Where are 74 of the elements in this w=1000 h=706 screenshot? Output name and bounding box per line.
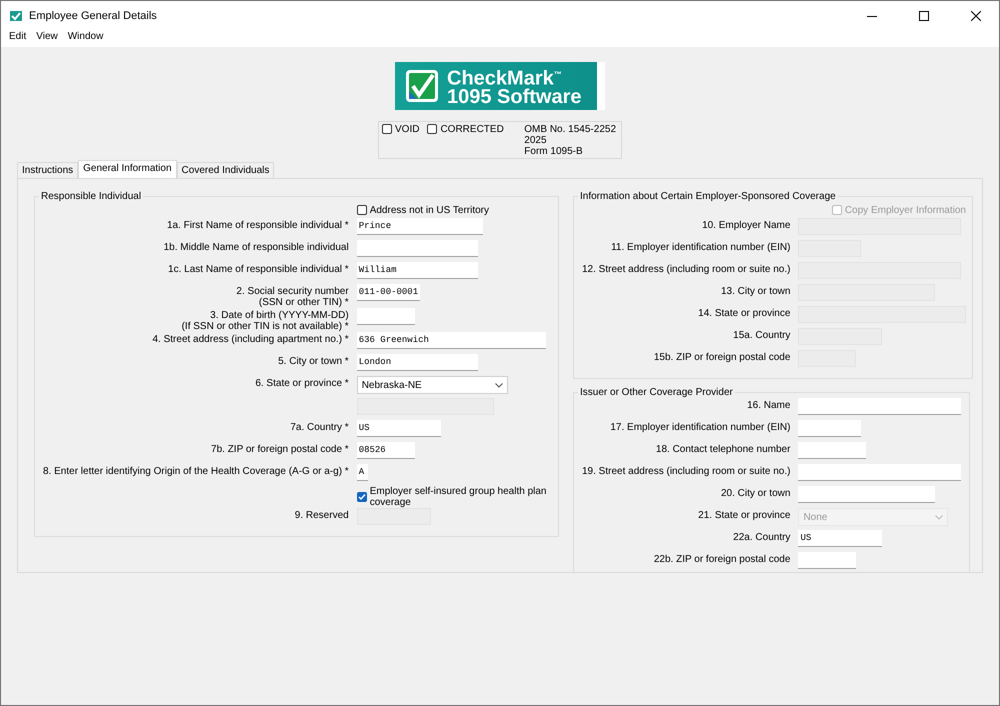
menu-item[interactable]: View bbox=[36, 31, 58, 45]
field-label: 18. Contact telephone number bbox=[654, 443, 790, 455]
field-label: 22a. Country bbox=[732, 531, 790, 543]
field-label: 7b. ZIP or foreign postal code * bbox=[210, 443, 349, 455]
form-info-text: 2025 bbox=[524, 135, 548, 146]
form-info-text: Form 1095-B bbox=[524, 146, 584, 157]
text-field[interactable] bbox=[356, 308, 415, 325]
text-field[interactable]: US bbox=[356, 420, 441, 437]
field-label: 11. Employer identification number (EIN) bbox=[610, 241, 790, 253]
field-label: 15a. Country bbox=[732, 329, 790, 341]
field-label: 1b. Middle Name of responsible individual bbox=[162, 241, 349, 253]
checkbox-label[interactable]: Address not in US Territory bbox=[370, 204, 490, 216]
field-label: 22b. ZIP or foreign postal code bbox=[652, 553, 790, 565]
field-label: 2. Social security number (SSN or other TIN) * bbox=[235, 285, 349, 308]
form-info-text: OMB No. 1545-2252 bbox=[524, 124, 616, 135]
checkbox[interactable] bbox=[356, 492, 367, 502]
checkbox-label[interactable]: CORRECTED bbox=[440, 124, 504, 135]
text-field[interactable]: US bbox=[798, 530, 882, 547]
window-title: Employee General Details bbox=[29, 10, 158, 22]
field-label: 16. Name bbox=[746, 399, 790, 411]
close-icon[interactable] bbox=[971, 11, 981, 21]
chevron-icon bbox=[935, 514, 944, 520]
field-label: 6. State or province * bbox=[254, 377, 349, 389]
text-field[interactable]: Prince bbox=[356, 218, 483, 235]
logo-product: 1095 Software bbox=[447, 88, 582, 108]
field-label: 8. Enter letter identifying Origin of the Health Coverage (A-G or a-g) * bbox=[43, 465, 349, 477]
menu-item[interactable]: Edit bbox=[9, 31, 26, 45]
field-label: 17. Employer identification number (EIN) bbox=[609, 421, 790, 433]
field-label: 3. Date of birth (YYYY-MM-DD) (If SSN or other TIN is not available) * bbox=[180, 309, 349, 332]
text-field[interactable]: London bbox=[356, 354, 478, 371]
tab[interactable]: General Information bbox=[78, 160, 177, 178]
text-field[interactable]: 08526 bbox=[356, 442, 415, 459]
text-field[interactable] bbox=[798, 486, 936, 503]
tab[interactable]: Covered Individuals bbox=[176, 162, 274, 178]
text-field[interactable] bbox=[798, 552, 856, 569]
checkbox[interactable] bbox=[382, 124, 392, 134]
field-label: 21. State or province bbox=[697, 509, 790, 521]
tab[interactable]: Instructions bbox=[17, 162, 78, 178]
field-label: 12. Street address (including room or suite no.) bbox=[582, 263, 790, 275]
menu-item[interactable]: Window bbox=[68, 31, 104, 45]
field-label: 4. Street address (including apartment no.) * bbox=[151, 333, 349, 345]
checkbox-label[interactable]: VOID bbox=[395, 124, 420, 135]
chevron-icon bbox=[494, 382, 503, 388]
field-label: 20. City or town bbox=[720, 487, 790, 499]
group-title: Information about Certain Employer-Sponsored Coverage bbox=[579, 191, 837, 202]
field-label: 19. Street address (including room or suite no.) bbox=[582, 465, 790, 477]
text-field[interactable] bbox=[798, 464, 962, 481]
text-field[interactable]: William bbox=[356, 262, 478, 279]
field-label: 1a. First Name of responsible individual * bbox=[166, 219, 349, 231]
checkmark-logo-icon bbox=[405, 69, 439, 103]
dropdown[interactable]: Nebraska-NE bbox=[356, 376, 508, 394]
field-label: 13. City or town bbox=[720, 285, 790, 297]
text-field[interactable] bbox=[798, 420, 862, 437]
field-label: 10. Employer Name bbox=[701, 219, 790, 231]
text-field[interactable] bbox=[356, 240, 478, 257]
field-label: 9. Reserved bbox=[294, 509, 349, 521]
field-label: 5. City or town * bbox=[277, 355, 349, 367]
field-label: 14. State or province bbox=[697, 307, 790, 319]
checkbox[interactable] bbox=[356, 205, 367, 215]
checkbox[interactable] bbox=[427, 124, 438, 134]
text-field[interactable] bbox=[798, 398, 962, 415]
app-icon bbox=[9, 9, 23, 23]
logo-brand: CheckMark$^{™}$ bbox=[447, 66, 562, 88]
text-field[interactable]: A bbox=[356, 464, 368, 481]
field-label: 7a. Country * bbox=[289, 421, 349, 433]
text-field[interactable]: 636 Greenwich bbox=[356, 332, 546, 349]
group-title: Issuer or Other Coverage Provider bbox=[579, 387, 734, 398]
group-title: Responsible Individual bbox=[40, 191, 142, 202]
text-field[interactable]: 011-00-0001 bbox=[356, 284, 420, 301]
checkbox-label[interactable]: Employer self-insured group health plan coverage bbox=[370, 486, 558, 508]
field-label: 1c. Last Name of responsible individual * bbox=[167, 263, 349, 275]
field-label: 15b. ZIP or foreign postal code bbox=[652, 351, 790, 363]
maximize-icon[interactable] bbox=[919, 11, 929, 21]
text-field[interactable] bbox=[798, 442, 866, 459]
